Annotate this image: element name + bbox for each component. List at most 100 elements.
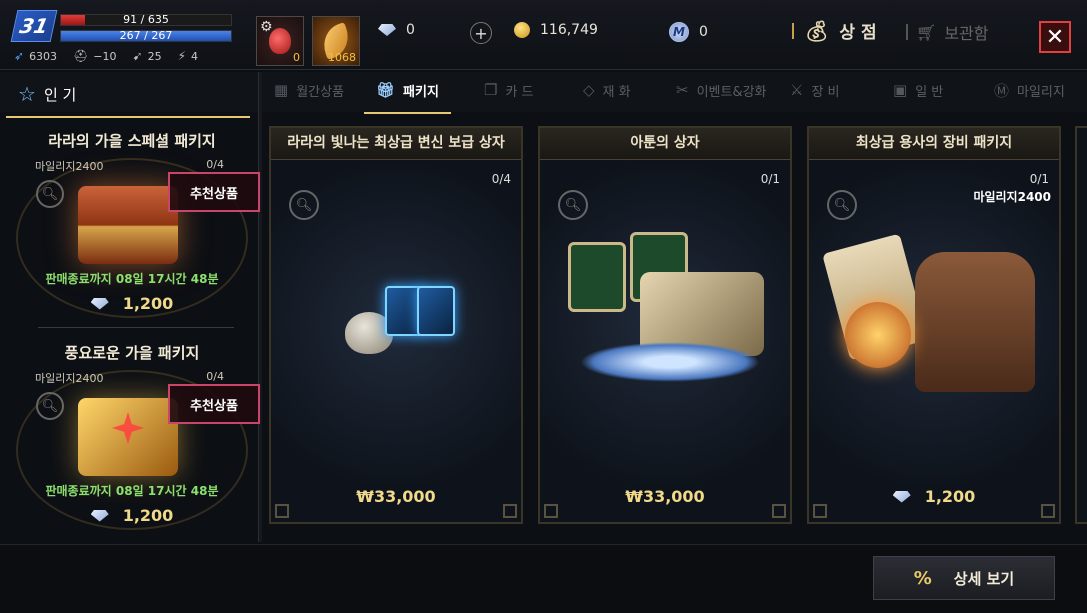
price-value: 1,200: [122, 506, 174, 525]
tab-mileage[interactable]: Ⓜ 마일리지: [994, 72, 1065, 108]
stat-attack-value: 6303: [29, 49, 58, 63]
magnifier-icon[interactable]: 🔍︎: [36, 180, 64, 208]
purchase-count: 0/1: [1029, 172, 1049, 186]
diamond-icon: [90, 297, 109, 310]
close-button[interactable]: ✕: [1039, 21, 1071, 53]
magnifier-icon[interactable]: 🔍︎: [36, 392, 64, 420]
tab-popular[interactable]: ☆ 인 기: [5, 76, 252, 118]
stat-attack: ➶ 6303: [14, 49, 57, 63]
stat-row: ➶ 6303 ⛑ −10 ➹ 25 ⚡ 4: [14, 49, 198, 63]
crossed-swords-icon: ⚔: [790, 81, 804, 99]
helmet-icon: ⛑: [73, 49, 89, 63]
tab-label: 마일리지: [1017, 84, 1065, 100]
card-mileage: 마일리지2400: [973, 190, 1051, 204]
attack-icon: ➶: [14, 49, 25, 63]
hp-text: 91 / 635: [123, 13, 169, 26]
mileage-value: 0: [699, 24, 708, 40]
frame-corner: [503, 504, 517, 518]
tab-package[interactable]: 🎁︎ 패키지: [364, 72, 451, 114]
divider: [906, 24, 908, 40]
storage-label: 보관함: [944, 24, 989, 43]
transform-box-image: [345, 282, 455, 362]
storage-tab[interactable]: 🛒︎ 보관함: [906, 20, 988, 44]
gift-icon: 🎁︎: [376, 81, 396, 99]
frame-corner: [544, 504, 558, 518]
price-value: ₩33,000: [356, 487, 436, 506]
stat-defense-value: −10: [93, 49, 117, 63]
gems-image: [580, 342, 760, 382]
product-card[interactable]: 라라의 빛나는 최상급 변신 보급 상자 0/4 🔍︎ ₩33,000: [269, 126, 523, 524]
list-item[interactable]: 풍요로운 가을 패키지 마일리지2400 0/4 🔍︎ 추천상품 판매종료까지 …: [10, 330, 260, 542]
tab-event-enhance[interactable]: ✂ 이벤트&강화: [676, 72, 767, 108]
magnifier-icon[interactable]: 🔍︎: [558, 190, 588, 220]
tab-equipment[interactable]: ⚔ 장 비: [790, 72, 840, 108]
stat-luck-value: 4: [191, 49, 199, 63]
level-badge: 31: [10, 10, 58, 42]
item-price: 1,200: [10, 506, 254, 525]
tab-monthly[interactable]: ▦ 월간상품: [274, 72, 344, 108]
sale-timer: 판매종료까지 08일 17시간 48분: [45, 272, 219, 286]
purchase-count: 0/4: [491, 172, 511, 186]
price-value: ₩33,000: [625, 487, 705, 506]
product-card[interactable]: 아툰의 상자 0/1 🔍︎ ₩33,000: [538, 126, 792, 524]
list-item[interactable]: 라라의 가을 스페셜 패키지 마일리지2400 0/4 🔍︎ 추천상품 판매종료…: [10, 118, 260, 330]
tab-label: 이벤트&강화: [696, 84, 767, 100]
tab-label: 장 비: [811, 84, 840, 100]
box-icon: ▣: [893, 81, 908, 99]
quick-slot-potion[interactable]: ⚙ 0: [256, 16, 304, 66]
frame-corner: [275, 504, 289, 518]
item-price: 1,200: [10, 294, 254, 313]
recommended-badge: 추천상품: [168, 172, 260, 212]
gold-chest-image: [78, 398, 178, 476]
card-icon: ❐: [484, 81, 498, 99]
panel-divider: [258, 72, 262, 542]
card-body: 0/1 🔍︎ ₩33,000: [540, 162, 790, 522]
close-icon: ✕: [1045, 24, 1065, 50]
gold-currency: 116,749: [514, 22, 598, 38]
armor-image: [915, 252, 1035, 392]
card-title: 아툰의 상자: [540, 128, 790, 160]
tab-currency[interactable]: ◇ 재 화: [583, 72, 631, 108]
hp-bar: 91 / 635: [60, 13, 232, 26]
cart-icon: 🛒︎: [916, 22, 937, 42]
purchase-count: 0/1: [760, 172, 780, 186]
gold-coin-icon: [514, 22, 530, 38]
tab-label: 패키지: [403, 84, 439, 100]
frame-corner: [1041, 504, 1055, 518]
product-card-partial[interactable]: [1075, 126, 1087, 524]
popular-list: 라라의 가을 스페셜 패키지 마일리지2400 0/4 🔍︎ 추천상품 판매종료…: [10, 118, 260, 543]
boot-icon: ⚡: [177, 49, 187, 63]
wing-count: 1068: [328, 51, 356, 64]
tab-card[interactable]: ❐ 카 드: [484, 72, 534, 108]
star-icon: ☆: [18, 82, 36, 106]
detail-view-button[interactable]: % 상세 보기: [873, 556, 1055, 600]
add-currency-button[interactable]: +: [470, 22, 492, 44]
magnifier-icon[interactable]: 🔍︎: [827, 190, 857, 220]
tools-icon: ✂: [676, 81, 689, 99]
tab-label: 일 반: [915, 84, 944, 100]
card-price: 1,200: [809, 487, 1059, 506]
quick-slot-wing[interactable]: 1068: [312, 16, 360, 66]
gear-icon[interactable]: ⚙: [260, 19, 273, 35]
equipment-package-image: [822, 232, 1045, 412]
price-value: 1,200: [122, 294, 174, 313]
divider: [792, 22, 794, 39]
diamond-outline-icon: ◇: [583, 81, 595, 99]
stat-speed: ➹ 25: [133, 49, 162, 63]
mp-text: 267 / 267: [119, 29, 173, 42]
magnifier-icon[interactable]: 🔍︎: [289, 190, 319, 220]
potion-count: 0: [293, 51, 300, 64]
card-price: ₩33,000: [271, 487, 521, 506]
item-mileage: 마일리지2400: [35, 372, 104, 385]
stat-luck: ⚡ 4: [178, 49, 198, 63]
stat-defense: ⛑ −10: [73, 49, 116, 63]
item-count: 0/4: [206, 370, 224, 383]
frame-corner: [772, 504, 786, 518]
product-card[interactable]: 최상급 용사의 장비 패키지 0/1 마일리지2400 🔍︎ 1,200: [807, 126, 1061, 524]
tab-general[interactable]: ▣ 일 반: [893, 72, 943, 108]
diamond-value: 0: [406, 22, 415, 38]
shop-tab[interactable]: 💰︎ 상 점: [792, 18, 877, 43]
level-value: 31: [17, 14, 51, 38]
item-count: 0/4: [206, 158, 224, 171]
gold-value: 116,749: [540, 22, 598, 38]
